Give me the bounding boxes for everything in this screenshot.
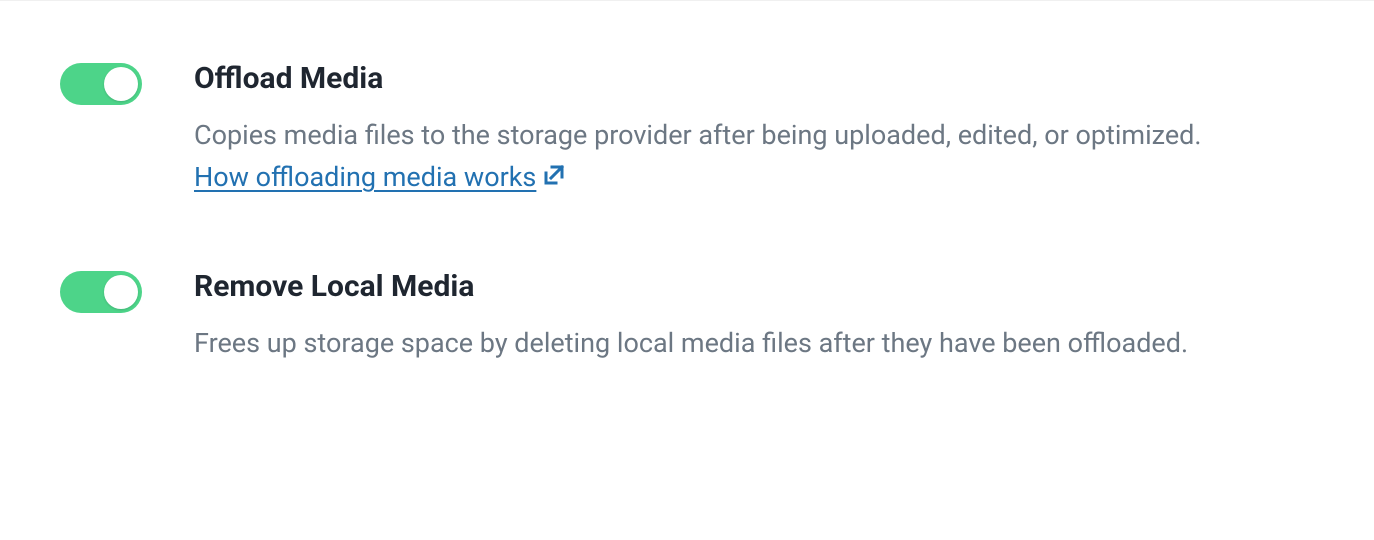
setting-content: Offload Media Copies media files to the … — [194, 61, 1214, 199]
setting-offload-media: Offload Media Copies media files to the … — [60, 61, 1314, 199]
setting-desc-offload: Copies media files to the storage provid… — [194, 115, 1214, 199]
toggle-knob — [104, 67, 138, 101]
toggle-offload-media-wrap — [60, 61, 142, 109]
toggle-remove-local-media[interactable] — [60, 271, 142, 313]
toggle-remove-local-wrap — [60, 269, 142, 317]
toggle-knob — [104, 275, 138, 309]
setting-desc-text: Frees up storage space by deleting local… — [194, 327, 1188, 359]
setting-desc-remove-local: Frees up storage space by deleting local… — [194, 323, 1214, 365]
setting-desc-text: Copies media files to the storage provid… — [194, 119, 1202, 151]
link-how-offloading-works[interactable]: How offloading media works — [194, 161, 566, 193]
link-label: How offloading media works — [194, 161, 536, 193]
setting-content: Remove Local Media Frees up storage spac… — [194, 269, 1214, 365]
setting-title-remove-local: Remove Local Media — [194, 269, 1214, 305]
setting-remove-local-media: Remove Local Media Frees up storage spac… — [60, 269, 1314, 365]
setting-title-offload: Offload Media — [194, 61, 1214, 97]
toggle-offload-media[interactable] — [60, 63, 142, 105]
external-link-icon — [542, 163, 566, 187]
